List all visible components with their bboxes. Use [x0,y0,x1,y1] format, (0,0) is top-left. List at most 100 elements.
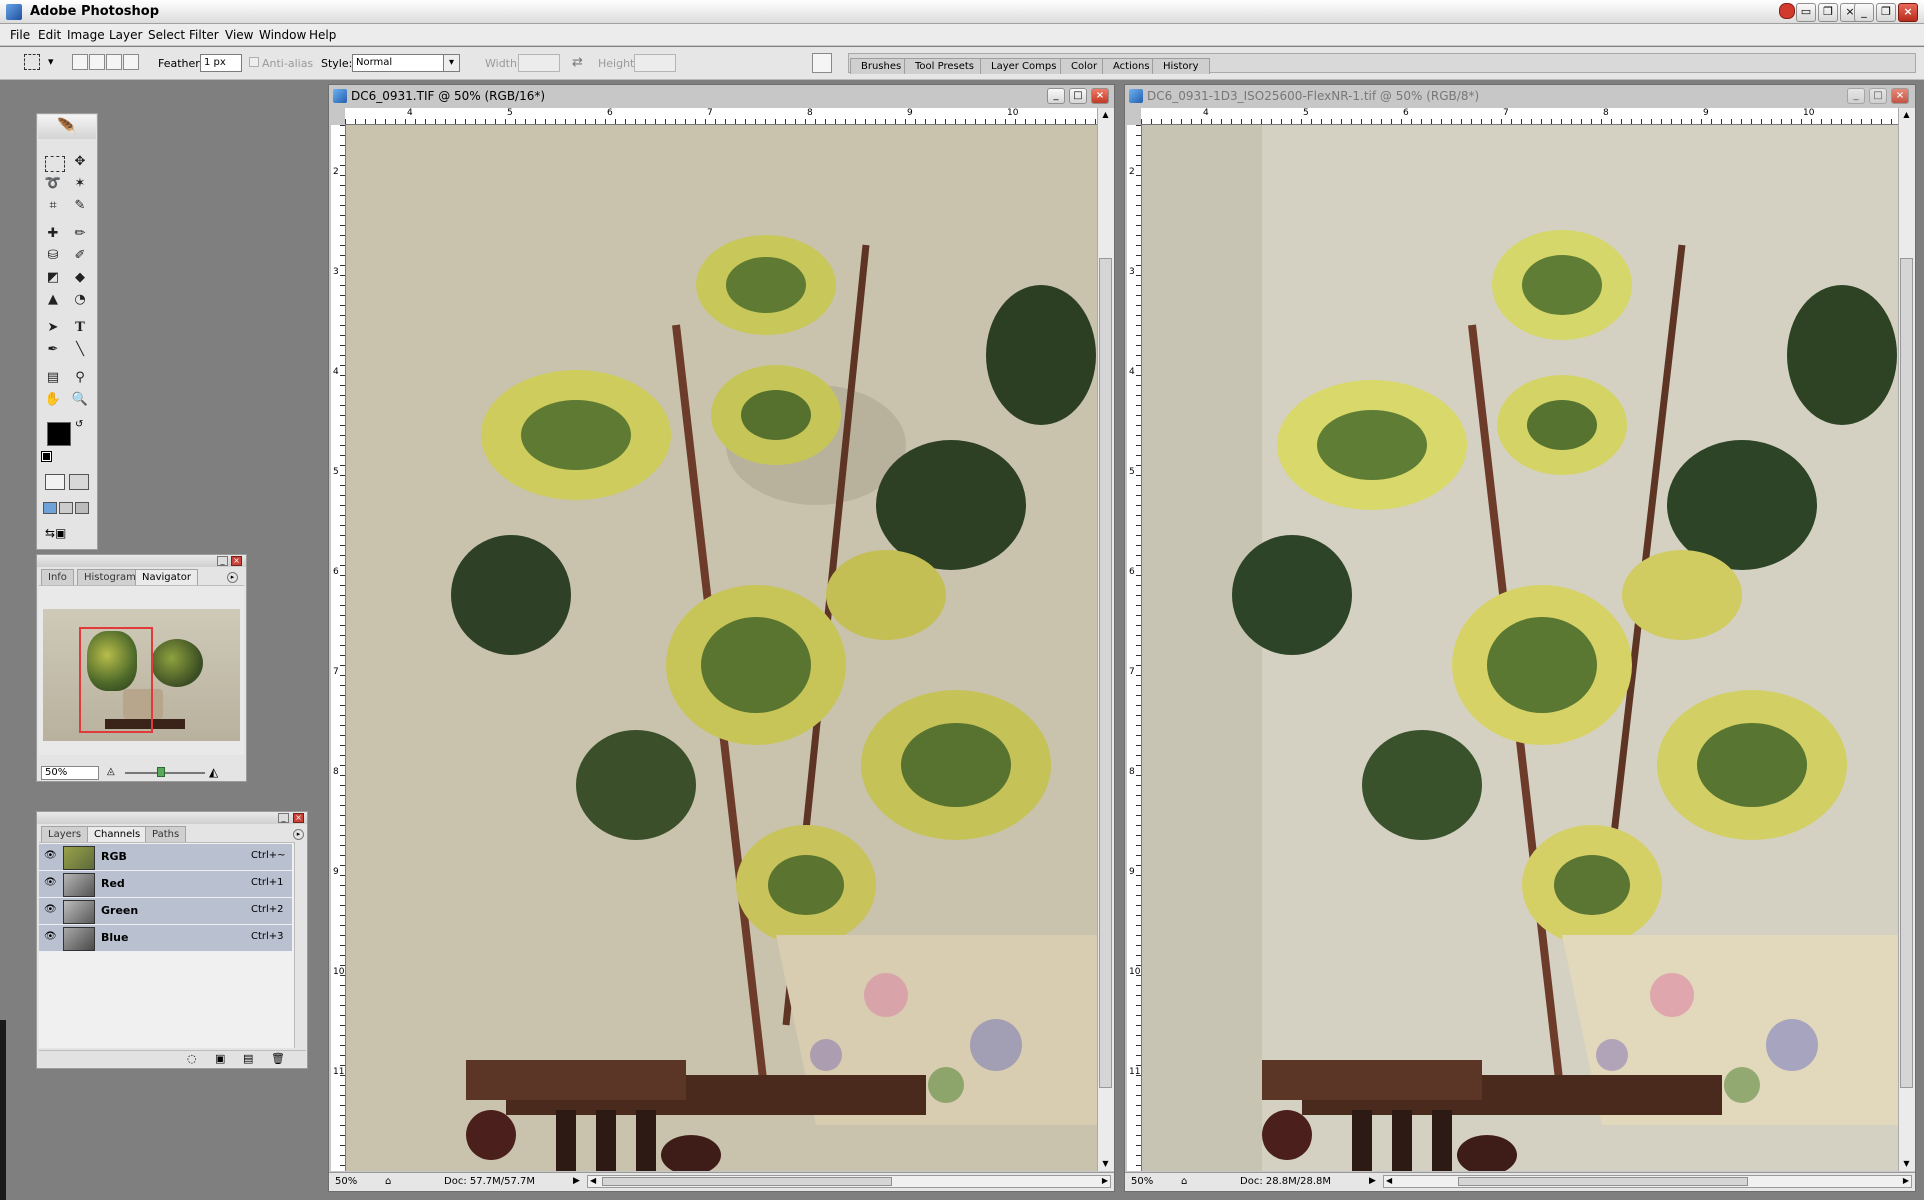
feather-icon[interactable]: 🪶 [38,115,96,139]
channels-scrollbar[interactable] [294,842,306,1048]
status-menu-icon[interactable]: ▶ [1369,1176,1376,1186]
horizontal-scrollbar[interactable]: ◀ ▶ [1383,1175,1912,1188]
scroll-down-icon[interactable]: ▼ [1098,1157,1113,1171]
imageready-jump-icon[interactable]: ⇆▣ [45,526,89,544]
eyedropper-tool-icon[interactable]: ⚲ [69,368,91,388]
delete-channel-icon[interactable]: 🗑 [271,1052,285,1065]
save-selection-icon[interactable]: ▣ [215,1052,225,1065]
scroll-right-icon[interactable]: ▶ [1102,1176,1108,1185]
close-icon[interactable]: × [293,813,304,823]
chevron-down-icon[interactable]: ▾ [48,55,54,68]
document-canvas[interactable] [346,125,1097,1171]
menu-select[interactable]: Select [148,28,185,42]
status-options-icon[interactable]: ⌂ [385,1176,391,1187]
vertical-scrollbar[interactable]: ▲ ▼ [1898,108,1915,1171]
foreground-color-swatch[interactable] [47,422,71,446]
quick-mask-mode-icon[interactable] [69,474,89,490]
menu-edit[interactable]: Edit [38,28,61,42]
menu-file[interactable]: File [10,28,30,42]
eye-icon[interactable]: 👁 [44,878,57,888]
document-title-bar[interactable]: DC6_0931-1D3_ISO25600-FlexNR-1.tif @ 50%… [1125,85,1915,107]
magic-wand-tool-icon[interactable]: ✶ [69,174,91,194]
move-tool-icon[interactable]: ✥ [69,152,91,172]
eraser-tool-icon[interactable]: ◩ [42,268,64,288]
screen-mode-full-menu-icon[interactable] [59,502,73,514]
type-tool-icon[interactable]: T [69,318,91,338]
scroll-down-icon[interactable]: ▼ [1899,1157,1914,1171]
intersect-selection-icon[interactable] [123,54,139,70]
panel-menu-icon[interactable]: ▸ [227,572,238,583]
standard-mode-icon[interactable] [45,474,65,490]
menu-layer[interactable]: Layer [109,28,142,42]
close-icon[interactable]: × [1091,88,1109,104]
height-input[interactable] [634,54,676,72]
minimize-icon[interactable]: _ [1047,88,1065,104]
zoom-slider-track[interactable] [125,772,205,774]
well-tab-history[interactable]: History [1152,58,1210,74]
palette-toggle-icon[interactable] [812,53,832,73]
scroll-thumb[interactable] [602,1177,892,1186]
scroll-left-icon[interactable]: ◀ [590,1176,596,1185]
minimize-icon[interactable]: _ [217,556,228,566]
tab-layers[interactable]: Layers [41,826,89,842]
close-icon[interactable]: × [1891,88,1909,104]
width-input[interactable] [518,54,560,72]
swap-dimensions-icon[interactable]: ⇄ [572,55,583,70]
tab-histogram[interactable]: Histogram [77,569,143,585]
feather-input[interactable]: 1 px [200,54,242,72]
tab-navigator[interactable]: Navigator [135,569,198,585]
vertical-scrollbar[interactable]: ▲ ▼ [1097,108,1114,1171]
close-icon[interactable]: × [1898,3,1918,22]
minimize-icon[interactable]: _ [278,813,289,823]
path-selection-tool-icon[interactable]: ➤ [42,318,64,338]
document-zoom[interactable]: 50% [1131,1176,1153,1187]
channel-row-rgb[interactable]: 👁 RGB Ctrl+~ [39,844,292,871]
brush-tool-icon[interactable]: ✏ [69,224,91,244]
line-tool-icon[interactable]: ╲ [69,340,91,360]
dodge-tool-icon[interactable]: ◔ [69,290,91,310]
slice-tool-icon[interactable]: ✎ [69,196,91,216]
menu-filter[interactable]: Filter [189,28,219,42]
eye-icon[interactable]: 👁 [44,905,57,915]
history-brush-tool-icon[interactable]: ✐ [69,246,91,266]
clone-stamp-tool-icon[interactable]: ⛁ [42,246,64,266]
channel-row-blue[interactable]: 👁 Blue Ctrl+3 [39,925,292,952]
screen-mode-icon[interactable]: ▭ [1796,3,1816,22]
channel-row-red[interactable]: 👁 Red Ctrl+1 [39,871,292,898]
menu-view[interactable]: View [225,28,253,42]
well-tab-color[interactable]: Color [1060,58,1109,74]
antialias-checkbox[interactable] [249,57,259,67]
new-selection-icon[interactable] [72,54,88,70]
tab-channels[interactable]: Channels [87,826,148,842]
hand-tool-icon[interactable]: ✋ [42,390,64,410]
zoom-out-icon[interactable]: ◬ [107,766,115,777]
notes-tool-icon[interactable]: ▤ [42,368,64,388]
screen-mode-full-icon[interactable] [75,502,89,514]
well-tab-layer-comps[interactable]: Layer Comps [980,58,1068,74]
scroll-up-icon[interactable]: ▲ [1098,108,1113,122]
scroll-thumb[interactable] [1099,258,1112,1088]
scroll-right-icon[interactable]: ▶ [1903,1176,1909,1185]
screen-mode-standard-icon[interactable] [43,502,57,514]
menu-window[interactable]: Window [259,28,306,42]
minimize-icon[interactable]: _ [1854,3,1874,22]
zoom-in-icon[interactable]: ◭ [209,765,218,779]
maximize-icon[interactable]: □ [1869,88,1887,104]
well-tab-tool-presets[interactable]: Tool Presets [904,58,985,74]
swap-colors-icon[interactable]: ↺ [75,419,83,430]
healing-brush-tool-icon[interactable]: ✚ [42,224,64,244]
blur-tool-icon[interactable]: ▲ [42,290,64,310]
rect-marquee-tool-icon[interactable] [45,156,65,172]
scroll-up-icon[interactable]: ▲ [1899,108,1914,122]
pen-tool-icon[interactable]: ✒ [42,340,64,360]
status-menu-icon[interactable]: ▶ [573,1176,580,1186]
eye-icon[interactable]: 👁 [44,851,57,861]
scroll-left-icon[interactable]: ◀ [1386,1176,1392,1185]
default-colors-icon[interactable] [41,451,52,462]
horizontal-scrollbar[interactable]: ◀ ▶ [587,1175,1111,1188]
crop-tool-icon[interactable]: ⌗ [42,196,64,216]
chevron-down-icon[interactable]: ▾ [443,55,459,71]
navigator-view-box[interactable] [79,627,153,733]
document-zoom[interactable]: 50% [335,1176,357,1187]
zoom-slider-thumb[interactable] [157,767,165,777]
